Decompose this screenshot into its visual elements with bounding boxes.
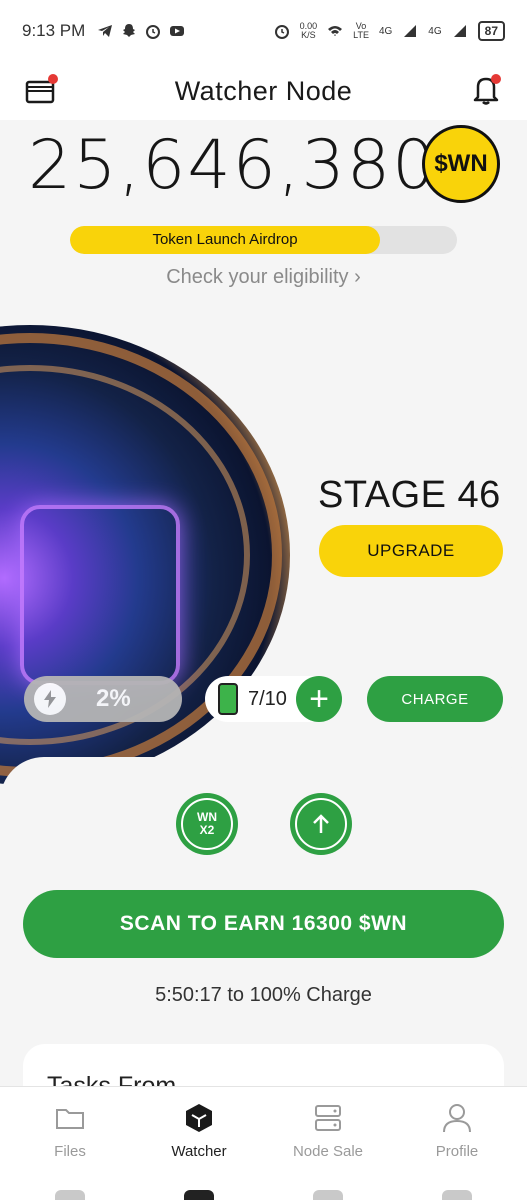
wn-coin-icon: $WN xyxy=(422,125,500,203)
nav-node-sale[interactable]: Node Sale xyxy=(273,1101,383,1160)
snapchat-icon xyxy=(123,24,136,37)
nav-label-files: Files xyxy=(54,1143,86,1160)
charge-button[interactable]: CHARGE xyxy=(367,676,503,722)
nav-label-node-sale: Node Sale xyxy=(292,1143,364,1160)
network-speed: 0.00 K/S xyxy=(299,21,318,40)
add-battery-button[interactable]: + xyxy=(296,676,342,722)
notifications-button[interactable] xyxy=(469,72,503,106)
nav-overflow-hint xyxy=(55,1190,85,1200)
nav-overflow-hint xyxy=(184,1190,214,1200)
energy-indicator: 2% xyxy=(24,676,182,722)
status-time: 9:13 PM xyxy=(22,21,86,40)
energy-percent: 2% xyxy=(96,685,131,712)
alarm-icon xyxy=(274,25,289,39)
wn-x2-boost-button[interactable]: WN X2 xyxy=(176,793,238,855)
boost-up-button[interactable] xyxy=(290,793,352,855)
battery-count: 7/10 xyxy=(248,687,287,710)
plus-icon: + xyxy=(309,680,329,718)
volte-indicator: Vo LTE xyxy=(353,21,369,40)
eligibility-link[interactable]: Check your eligibility › xyxy=(0,266,527,289)
upgrade-button[interactable]: UPGRADE xyxy=(319,525,503,577)
airdrop-label: Token Launch Airdrop xyxy=(152,231,298,248)
nav-overflow-hint xyxy=(442,1190,472,1200)
app-bar: Watcher Node xyxy=(0,62,527,120)
nav-label-profile: Profile xyxy=(435,1143,479,1160)
page-title: Watcher Node xyxy=(174,75,353,106)
telegram-icon xyxy=(98,25,113,37)
nav-overflow-hint xyxy=(313,1190,343,1200)
nav-profile[interactable]: Profile xyxy=(402,1101,512,1160)
signal-4g-2: 4G xyxy=(428,25,442,37)
notification-dot xyxy=(491,74,501,84)
bottom-nav: Files Watcher Node Sale Profile xyxy=(0,1086,527,1200)
nav-watcher[interactable]: Watcher xyxy=(144,1101,254,1160)
user-icon xyxy=(443,1104,471,1133)
server-icon xyxy=(315,1105,341,1131)
status-bar: 9:13 PM 0.00 K/S Vo LTE 4G 4G 87 xyxy=(0,0,527,62)
lightning-icon xyxy=(34,683,66,715)
signal-icon xyxy=(404,25,417,37)
folder-icon xyxy=(56,1109,84,1129)
cube-icon xyxy=(186,1104,212,1132)
alarm-icon xyxy=(146,25,161,39)
wallet-button[interactable] xyxy=(24,74,58,108)
wifi-icon xyxy=(328,26,343,36)
balance-amount: 25,646,380 xyxy=(28,126,438,205)
token-symbol: $WN xyxy=(434,150,488,177)
battery-icon xyxy=(218,683,238,715)
youtube-icon xyxy=(170,26,185,36)
notification-dot xyxy=(48,74,58,84)
battery-indicator: 87 xyxy=(477,21,505,41)
stage-label: STAGE 46 xyxy=(318,474,501,516)
signal-4g-1: 4G xyxy=(378,25,393,37)
signal-icon xyxy=(453,25,466,37)
charge-timer: 5:50:17 to 100% Charge xyxy=(155,984,372,1006)
nav-files[interactable]: Files xyxy=(15,1101,125,1160)
scan-to-earn-button[interactable]: SCAN TO EARN 16300 $WN xyxy=(23,890,504,958)
nav-label-watcher: Watcher xyxy=(171,1143,227,1160)
